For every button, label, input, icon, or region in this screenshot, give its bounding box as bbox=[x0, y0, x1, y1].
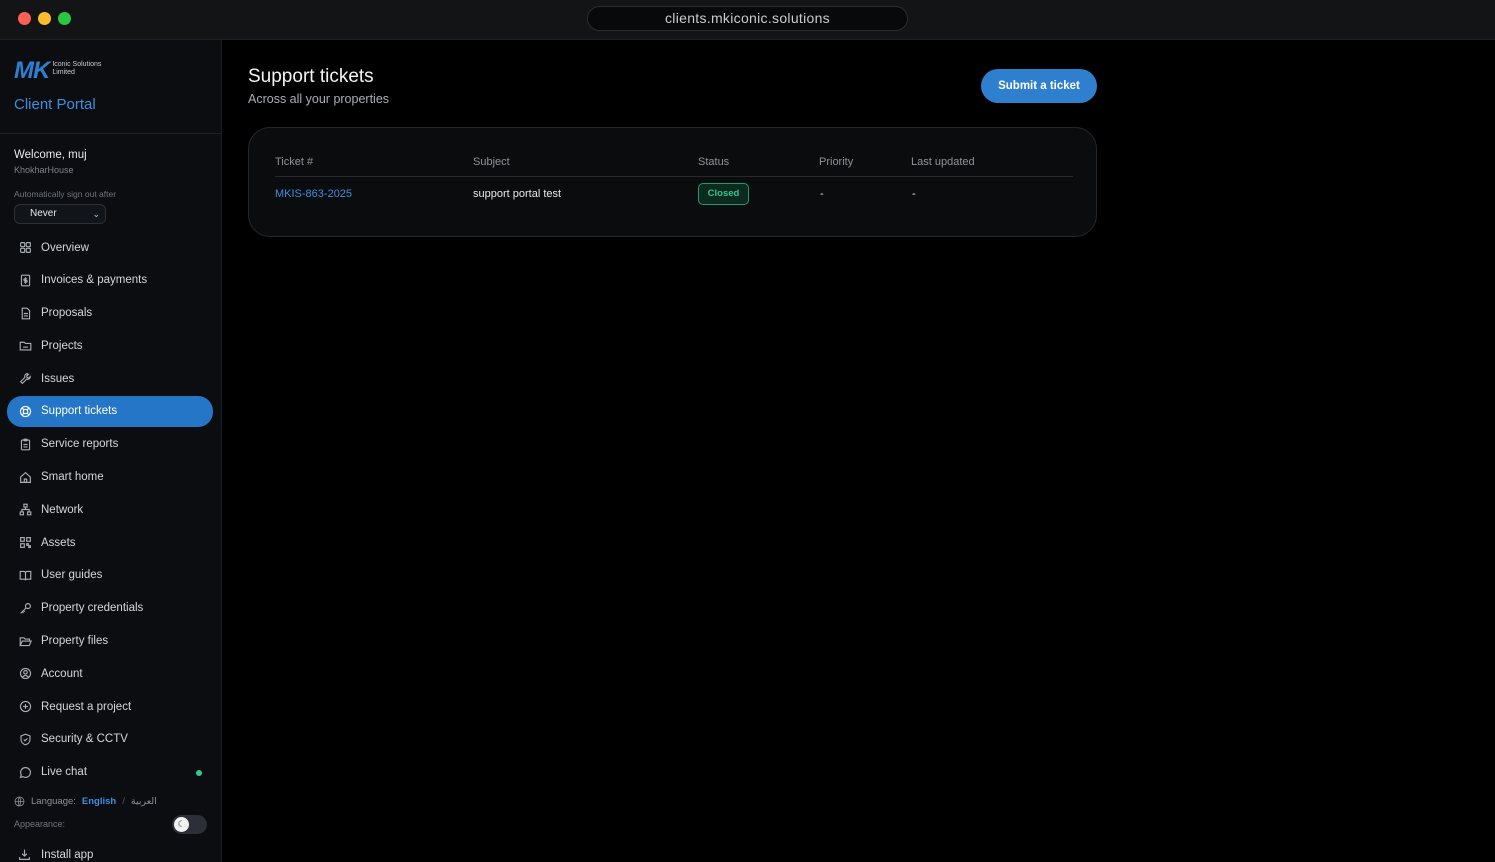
column-header-subject[interactable]: Subject bbox=[473, 156, 510, 168]
column-header-last-updated[interactable]: Last updated bbox=[911, 156, 975, 168]
sidebar-item-label: User guides bbox=[41, 569, 103, 582]
page-title: Support tickets bbox=[248, 66, 374, 87]
home-icon bbox=[18, 470, 32, 484]
language-switcher: Language: English / العربية bbox=[14, 796, 157, 807]
sidebar-item-support-tickets[interactable]: Support tickets bbox=[7, 395, 213, 427]
book-icon bbox=[18, 568, 32, 582]
portal-title: Client Portal bbox=[14, 96, 96, 113]
sidebar-item-live-chat[interactable]: Live chat bbox=[7, 757, 213, 788]
sidebar-item-proposals[interactable]: Proposals bbox=[7, 298, 213, 329]
lifebuoy-icon bbox=[18, 404, 32, 418]
folder-icon bbox=[18, 339, 32, 353]
qr-icon bbox=[18, 536, 32, 550]
sidebar-item-label: Property credentials bbox=[41, 602, 144, 615]
logo-wordmark: Iconic Solutions Limited bbox=[52, 61, 101, 77]
plus-circle-icon bbox=[18, 700, 32, 714]
language-separator: / bbox=[122, 796, 125, 807]
column-header-ticket[interactable]: Ticket # bbox=[275, 156, 313, 168]
column-header-priority[interactable]: Priority bbox=[819, 156, 853, 168]
language-arabic-option[interactable]: العربية bbox=[131, 796, 157, 807]
column-header-status[interactable]: Status bbox=[698, 156, 729, 168]
sidebar-item-service-reports[interactable]: Service reports bbox=[7, 429, 213, 460]
chat-icon bbox=[18, 765, 32, 779]
auto-signout-select[interactable]: Never ⌄ bbox=[14, 204, 106, 224]
auto-signout-value: Never bbox=[30, 208, 57, 219]
logo-line-1: Iconic Solutions bbox=[52, 61, 102, 68]
close-window-button[interactable] bbox=[18, 12, 31, 25]
sidebar-item-label: Issues bbox=[41, 372, 75, 385]
ticket-subject: support portal test bbox=[473, 188, 562, 200]
sidebar-item-label: Invoices & payments bbox=[41, 274, 148, 287]
sidebar-item-label: Request a project bbox=[41, 700, 132, 713]
clipboard-icon bbox=[18, 437, 32, 451]
sidebar-item-property-files[interactable]: Property files bbox=[7, 626, 213, 657]
network-icon bbox=[18, 503, 32, 517]
welcome-text: Welcome, muj bbox=[14, 149, 87, 161]
sidebar-nav: Overview Invoices & payments Proposals P… bbox=[7, 232, 213, 790]
appearance-label: Appearance: bbox=[14, 819, 66, 829]
document-icon bbox=[18, 306, 32, 320]
sidebar-item-label: Security & CCTV bbox=[41, 733, 128, 746]
sidebar-item-label: Property files bbox=[41, 635, 109, 648]
sidebar-item-label: Overview bbox=[41, 241, 89, 254]
sidebar-item-smart-home[interactable]: Smart home bbox=[7, 462, 213, 493]
sidebar-item-security-cctv[interactable]: Security & CCTV bbox=[7, 724, 213, 755]
sidebar-item-property-credentials[interactable]: Property credentials bbox=[7, 593, 213, 624]
grid-icon bbox=[18, 241, 32, 255]
sidebar-item-issues[interactable]: Issues bbox=[7, 363, 213, 394]
key-icon bbox=[18, 601, 32, 615]
wrench-icon bbox=[18, 372, 32, 386]
sidebar-item-label: Live chat bbox=[41, 766, 88, 779]
folder-open-icon bbox=[18, 634, 32, 648]
auto-signout-label: Automatically sign out after bbox=[14, 189, 117, 199]
sidebar-item-label: Assets bbox=[41, 536, 76, 549]
table-header-divider bbox=[275, 176, 1073, 177]
ticket-priority: - bbox=[820, 188, 824, 200]
appearance-toggle[interactable]: ☾ bbox=[172, 815, 207, 834]
user-circle-icon bbox=[18, 667, 32, 681]
chevron-down-icon: ⌄ bbox=[92, 209, 100, 219]
invoice-icon bbox=[18, 273, 32, 287]
sidebar-item-label: Account bbox=[41, 667, 83, 680]
sidebar-item-label: Service reports bbox=[41, 438, 119, 451]
download-icon bbox=[19, 849, 30, 860]
install-app-label: Install app bbox=[41, 848, 94, 861]
sidebar-item-label: Network bbox=[41, 503, 84, 516]
globe-icon bbox=[14, 796, 25, 807]
ticket-number-link[interactable]: MKIS-863-2025 bbox=[275, 188, 352, 200]
sidebar-item-label: Smart home bbox=[41, 471, 104, 484]
sidebar-item-label: Support tickets bbox=[41, 405, 118, 418]
sidebar-item-label: Projects bbox=[41, 339, 83, 352]
sidebar-item-overview[interactable]: Overview bbox=[7, 232, 213, 263]
ticket-last-updated: - bbox=[912, 188, 916, 200]
window-titlebar: clients.mkiconic.solutions bbox=[0, 0, 1495, 40]
shield-icon bbox=[18, 732, 32, 746]
sidebar-item-user-guides[interactable]: User guides bbox=[7, 560, 213, 591]
sidebar-item-assets[interactable]: Assets bbox=[7, 527, 213, 558]
logo-line-2: Limited bbox=[52, 69, 75, 76]
sidebar-item-account[interactable]: Account bbox=[7, 658, 213, 689]
sidebar-item-projects[interactable]: Projects bbox=[7, 330, 213, 361]
tickets-table-card: Ticket # Subject Status Priority Last up… bbox=[248, 127, 1097, 237]
submit-ticket-button[interactable]: Submit a ticket bbox=[981, 69, 1097, 103]
moon-icon: ☾ bbox=[174, 817, 189, 832]
sidebar: MK Iconic Solutions Limited Client Porta… bbox=[0, 40, 222, 862]
maximize-window-button[interactable] bbox=[58, 12, 71, 25]
property-name: KhokharHouse bbox=[14, 165, 74, 175]
online-status-dot bbox=[196, 769, 202, 776]
sidebar-item-network[interactable]: Network bbox=[7, 494, 213, 525]
sidebar-item-invoices[interactable]: Invoices & payments bbox=[7, 265, 213, 296]
company-logo[interactable]: MK Iconic Solutions Limited bbox=[14, 57, 101, 84]
language-english-option[interactable]: English bbox=[82, 796, 116, 807]
logo-mark: MK bbox=[14, 57, 50, 84]
sidebar-item-request-project[interactable]: Request a project bbox=[7, 691, 213, 722]
page-subtitle: Across all your properties bbox=[248, 92, 390, 106]
install-app-button[interactable]: Install app bbox=[18, 848, 93, 861]
language-label: Language: bbox=[31, 796, 76, 807]
address-bar[interactable]: clients.mkiconic.solutions bbox=[587, 6, 908, 31]
status-badge: Closed bbox=[698, 183, 749, 205]
brand-header: MK Iconic Solutions Limited Client Porta… bbox=[0, 40, 222, 134]
sidebar-item-label: Proposals bbox=[41, 307, 93, 320]
minimize-window-button[interactable] bbox=[38, 12, 51, 25]
